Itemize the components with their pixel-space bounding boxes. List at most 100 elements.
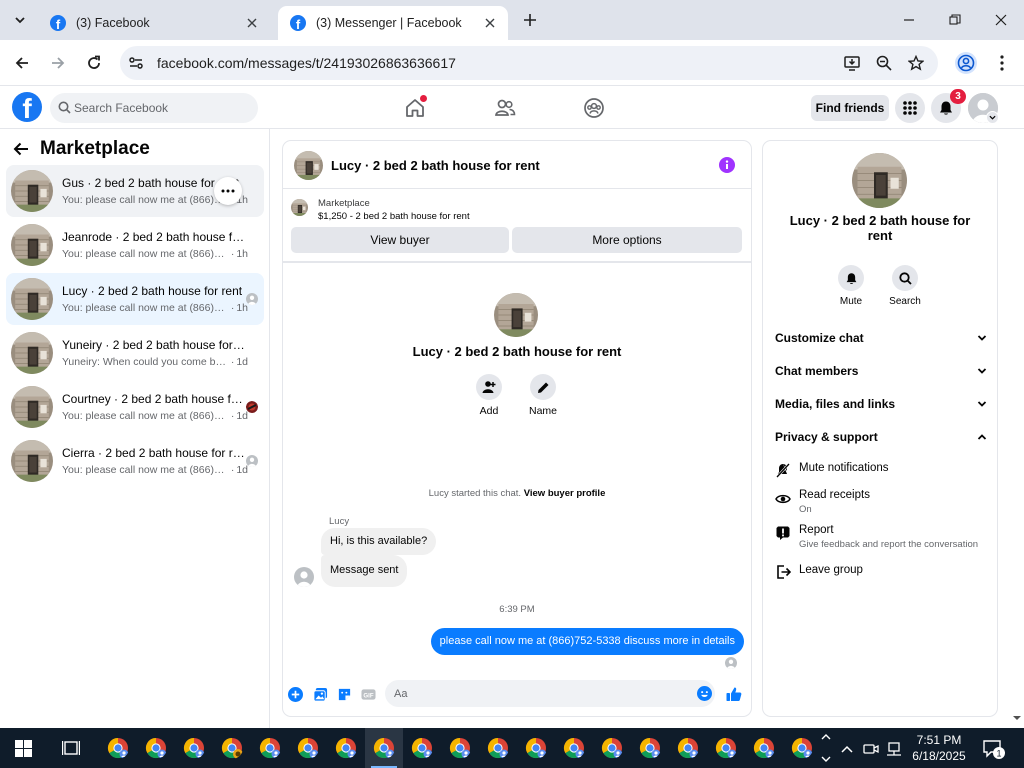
- conversation-item-active[interactable]: Lucy · 2 bed 2 bath house for rent You: …: [6, 273, 264, 325]
- taskbar-chrome-app[interactable]: [327, 728, 365, 768]
- taskbar-chrome-app[interactable]: [137, 728, 175, 768]
- taskbar-chrome-app[interactable]: [555, 728, 593, 768]
- taskbar-chrome-app[interactable]: [669, 728, 707, 768]
- tab-messenger[interactable]: f (3) Messenger | Facebook: [278, 6, 508, 40]
- message-input[interactable]: [394, 680, 684, 707]
- emoji-icon[interactable]: [697, 686, 712, 701]
- facebook-search[interactable]: [50, 93, 258, 123]
- search-in-conversation-button[interactable]: Search: [885, 265, 925, 307]
- close-window-button[interactable]: [989, 8, 1013, 32]
- tab-close-button[interactable]: [482, 15, 498, 31]
- conversation-more-button[interactable]: [214, 177, 242, 205]
- taskbar-chrome-app[interactable]: [99, 728, 137, 768]
- gif-button[interactable]: GIF: [360, 686, 376, 702]
- conversation-item[interactable]: Gus · 2 bed 2 bath house for rent You: p…: [6, 165, 264, 217]
- view-buyer-profile-link[interactable]: View buyer profile: [524, 488, 606, 499]
- chevron-up-icon[interactable]: [818, 731, 834, 743]
- groups-icon[interactable]: [583, 97, 605, 119]
- taskbar-chrome-app[interactable]: [213, 728, 251, 768]
- forward-button[interactable]: [46, 51, 70, 75]
- bookmark-button[interactable]: [906, 53, 926, 73]
- conversation-item[interactable]: Cierra · 2 bed 2 bath house for rent You…: [6, 435, 264, 487]
- chat-title[interactable]: Lucy · 2 bed 2 bath house for rent: [331, 158, 540, 173]
- attach-photo-button[interactable]: [312, 686, 328, 702]
- info-icon[interactable]: [719, 157, 735, 173]
- mute-button[interactable]: Mute: [831, 265, 871, 307]
- conversation-item[interactable]: Courtney · 2 bed 2 bath house for rent Y…: [6, 381, 264, 433]
- notification-badge: 3: [950, 89, 966, 104]
- view-buyer-button[interactable]: View buyer: [291, 227, 509, 253]
- outgoing-message[interactable]: please call now me at (866)752-5338 disc…: [430, 628, 744, 655]
- facebook-logo-icon[interactable]: f: [12, 92, 42, 122]
- taskbar-chrome-app[interactable]: [783, 728, 821, 768]
- new-tab-button[interactable]: [520, 10, 540, 30]
- install-app-button[interactable]: [842, 53, 862, 73]
- taskbar-scroll[interactable]: [818, 728, 834, 768]
- reload-button[interactable]: [82, 51, 106, 75]
- message-composer[interactable]: [385, 680, 715, 707]
- leave-group-item[interactable]: Leave group: [775, 564, 987, 582]
- taskbar-chrome-app[interactable]: [403, 728, 441, 768]
- taskbar-chrome-app[interactable]: [289, 728, 327, 768]
- taskbar-chrome-app[interactable]: [517, 728, 555, 768]
- account-menu-caret[interactable]: [986, 111, 999, 124]
- site-settings-icon[interactable]: [128, 55, 144, 71]
- add-people-button[interactable]: Add: [469, 374, 509, 417]
- system-clock[interactable]: 7:51 PM 6/18/2025: [906, 732, 972, 764]
- taskbar-chrome-app[interactable]: [707, 728, 745, 768]
- incoming-message[interactable]: Message sent: [321, 555, 408, 587]
- page-scrollbar[interactable]: [1010, 129, 1024, 728]
- sender-avatar-icon[interactable]: [294, 567, 314, 587]
- chrome-icon: [639, 737, 661, 759]
- taskbar-chrome-app[interactable]: [593, 728, 631, 768]
- more-options-button[interactable]: More options: [512, 227, 742, 253]
- tab-search-button[interactable]: [8, 8, 32, 32]
- taskbar-chrome-app[interactable]: [441, 728, 479, 768]
- listing-price-title[interactable]: $1,250 - 2 bed 2 bath house for rent: [318, 211, 470, 222]
- conversation-item[interactable]: Yuneiry · 2 bed 2 bath house for rent Yu…: [6, 327, 264, 379]
- chat-members-section[interactable]: Chat members: [775, 361, 987, 381]
- customize-chat-section[interactable]: Customize chat: [775, 328, 987, 348]
- read-receipts-item[interactable]: Read receipts On: [775, 489, 987, 517]
- search-input[interactable]: [74, 93, 254, 123]
- meet-now-icon[interactable]: [863, 741, 879, 757]
- task-view-icon[interactable]: [62, 739, 80, 757]
- taskbar-chrome-app[interactable]: [631, 728, 669, 768]
- back-button[interactable]: [10, 51, 34, 75]
- action-center-button[interactable]: 1: [982, 738, 1006, 760]
- minimize-button[interactable]: [897, 8, 921, 32]
- taskbar-chrome-app[interactable]: [745, 728, 783, 768]
- name-chat-button[interactable]: Name: [523, 374, 563, 417]
- taskbar-chrome-app[interactable]: [175, 728, 213, 768]
- show-hidden-icons-icon[interactable]: [839, 741, 855, 757]
- conversation-item[interactable]: Jeanrode · 2 bed 2 bath house for rent Y…: [6, 219, 264, 271]
- mute-notifications-item[interactable]: Mute notifications: [775, 462, 987, 480]
- tab-close-button[interactable]: [244, 15, 260, 31]
- conversation-name: Courtney · 2 bed 2 bath house for rent: [62, 392, 248, 406]
- back-arrow-icon[interactable]: [12, 140, 30, 158]
- zoom-button[interactable]: [874, 53, 894, 73]
- listing-thumbnail[interactable]: [294, 151, 323, 180]
- sticker-button[interactable]: [336, 686, 352, 702]
- address-bar[interactable]: facebook.com/messages/t/2419302686363661…: [120, 46, 938, 80]
- more-actions-button[interactable]: [287, 686, 303, 702]
- scroll-down-icon[interactable]: [1010, 711, 1024, 725]
- privacy-support-section[interactable]: Privacy & support: [775, 427, 987, 447]
- windows-start-icon[interactable]: [15, 740, 32, 757]
- media-files-links-section[interactable]: Media, files and links: [775, 394, 987, 414]
- taskbar-chrome-app[interactable]: [479, 728, 517, 768]
- find-friends-button[interactable]: Find friends: [811, 95, 889, 121]
- report-item[interactable]: Report Give feedback and report the conv…: [775, 524, 987, 552]
- send-like-button[interactable]: [726, 686, 742, 702]
- incoming-message[interactable]: Hi, is this available?: [321, 528, 437, 555]
- browser-profile-button[interactable]: [954, 51, 978, 75]
- restore-button[interactable]: [943, 8, 967, 32]
- browser-menu-button[interactable]: [992, 51, 1012, 75]
- taskbar-chrome-app[interactable]: [365, 728, 403, 768]
- menu-button[interactable]: [895, 93, 925, 123]
- tab-facebook[interactable]: f (3) Facebook: [38, 6, 270, 40]
- friends-icon[interactable]: [494, 97, 516, 119]
- chevron-down-icon[interactable]: [818, 753, 834, 765]
- taskbar-chrome-app[interactable]: [251, 728, 289, 768]
- network-icon[interactable]: [886, 741, 902, 757]
